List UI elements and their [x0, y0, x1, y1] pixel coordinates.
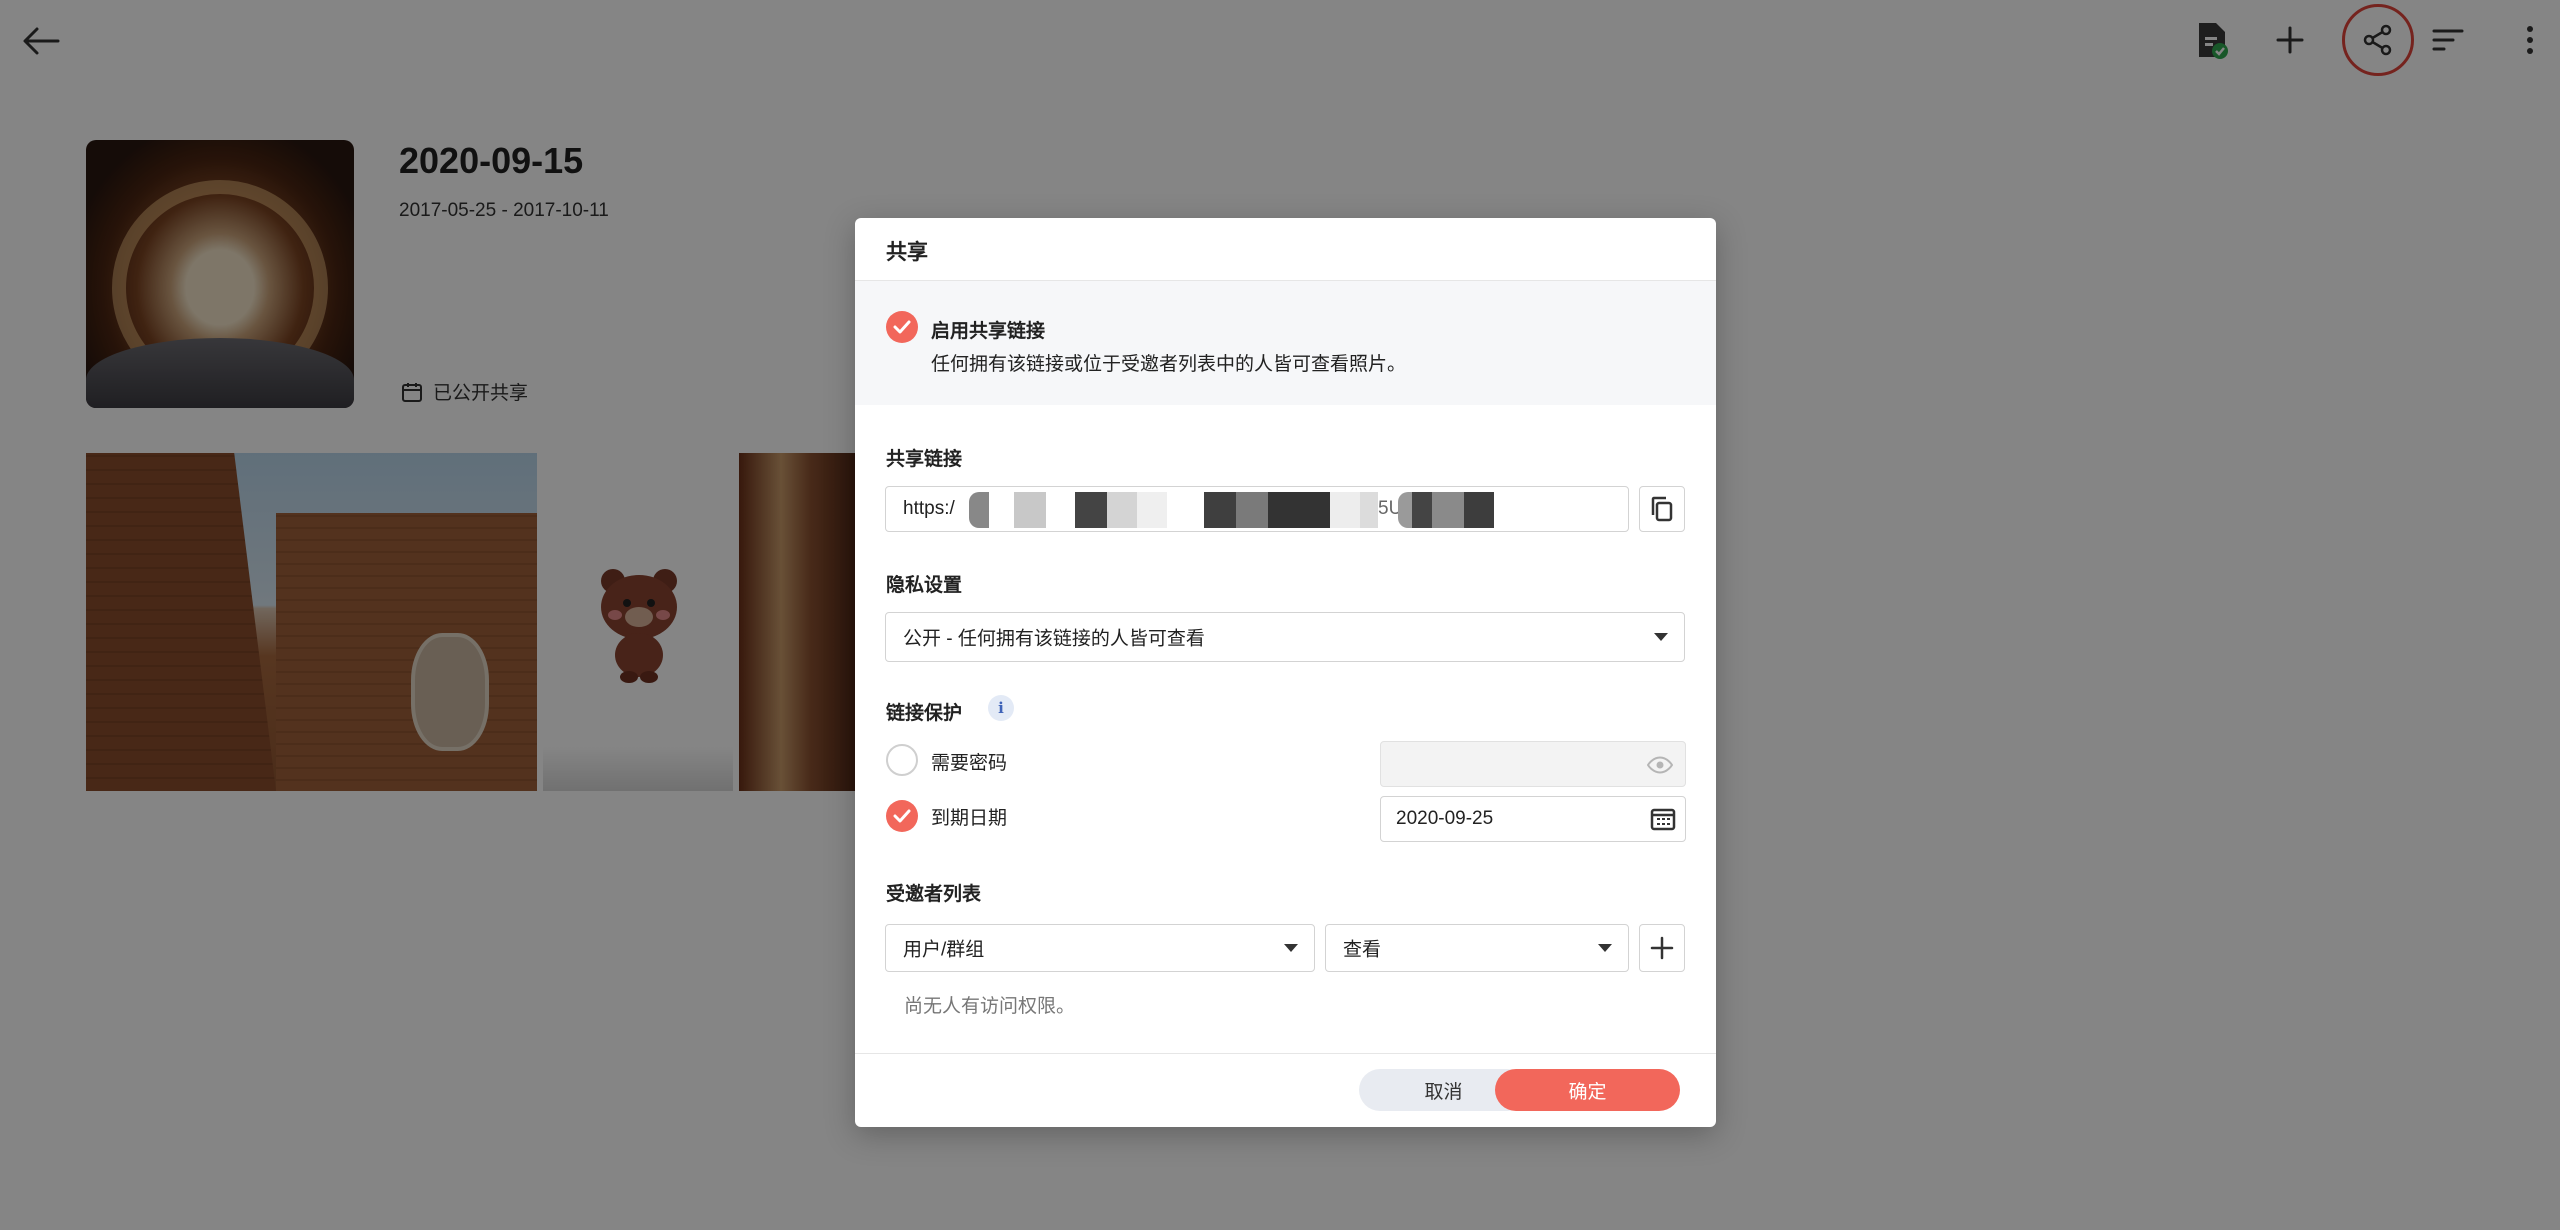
- user-group-placeholder: 用户/群组: [903, 939, 985, 961]
- info-icon[interactable]: i: [988, 695, 1014, 721]
- link-protection-label: 链接保护: [886, 703, 963, 724]
- redaction-block: [1412, 492, 1432, 528]
- enable-share-description: 任何拥有该链接或位于受邀者列表中的人皆可查看照片。: [931, 354, 1407, 375]
- no-access-message: 尚无人有访问权限。: [904, 996, 1076, 1017]
- calendar-icon[interactable]: [1650, 807, 1676, 831]
- redaction-block: [1360, 492, 1378, 528]
- share-link-field[interactable]: https:/ 5U: [885, 486, 1629, 532]
- redaction-block: [1137, 492, 1167, 528]
- permission-selected-value: 查看: [1343, 939, 1382, 961]
- checkmark-icon: [893, 320, 911, 334]
- dialog-footer-divider: [855, 1053, 1716, 1054]
- share-link-prefix: https:/: [903, 498, 955, 519]
- expiry-date-field[interactable]: 2020-09-25: [1380, 796, 1686, 842]
- invitee-list-label: 受邀者列表: [886, 884, 982, 905]
- dialog-header: 共享: [855, 218, 1716, 281]
- plus-icon: [1650, 936, 1674, 960]
- chevron-down-icon: [1654, 633, 1668, 641]
- expiry-date-label: 到期日期: [931, 808, 1008, 829]
- share-dialog: 共享 启用共享链接 任何拥有该链接或位于受邀者列表中的人皆可查看照片。 共享链接…: [855, 218, 1716, 1127]
- permission-select[interactable]: 查看: [1325, 924, 1629, 972]
- password-field[interactable]: [1380, 741, 1686, 787]
- redaction-block: [1398, 492, 1412, 528]
- redaction-block: [1236, 492, 1268, 528]
- copy-link-button[interactable]: [1639, 486, 1685, 532]
- redaction-block: [1432, 492, 1464, 528]
- require-password-checkbox[interactable]: [886, 744, 918, 776]
- chevron-down-icon: [1284, 944, 1298, 952]
- checkmark-icon: [893, 809, 911, 823]
- privacy-label: 隐私设置: [886, 575, 963, 596]
- user-group-select[interactable]: 用户/群组: [885, 924, 1315, 972]
- copy-icon: [1651, 496, 1673, 522]
- privacy-select[interactable]: 公开 - 任何拥有该链接的人皆可查看: [885, 612, 1685, 662]
- privacy-selected-value: 公开 - 任何拥有该链接的人皆可查看: [903, 628, 1205, 650]
- redaction-block: [1107, 492, 1137, 528]
- expiry-date-checkbox[interactable]: [886, 800, 918, 832]
- enable-share-label: 启用共享链接: [931, 321, 1046, 342]
- require-password-label: 需要密码: [931, 753, 1008, 774]
- redaction-block: [1330, 492, 1360, 528]
- redaction-block: [1075, 492, 1107, 528]
- add-invitee-button[interactable]: [1639, 924, 1685, 972]
- enable-share-panel: 启用共享链接 任何拥有该链接或位于受邀者列表中的人皆可查看照片。: [855, 281, 1716, 405]
- redaction-block: [1204, 492, 1236, 528]
- enable-share-checkbox[interactable]: [886, 311, 918, 343]
- redaction-block: [1014, 492, 1046, 528]
- redaction-block: [969, 492, 989, 528]
- eye-icon[interactable]: [1647, 756, 1673, 774]
- dialog-title: 共享: [886, 241, 928, 264]
- redaction-block: [1464, 492, 1494, 528]
- confirm-button[interactable]: 确定: [1495, 1069, 1680, 1111]
- redaction-block: [1268, 492, 1330, 528]
- expiry-date-value: 2020-09-25: [1396, 808, 1494, 829]
- chevron-down-icon: [1598, 944, 1612, 952]
- share-link-label: 共享链接: [886, 449, 963, 470]
